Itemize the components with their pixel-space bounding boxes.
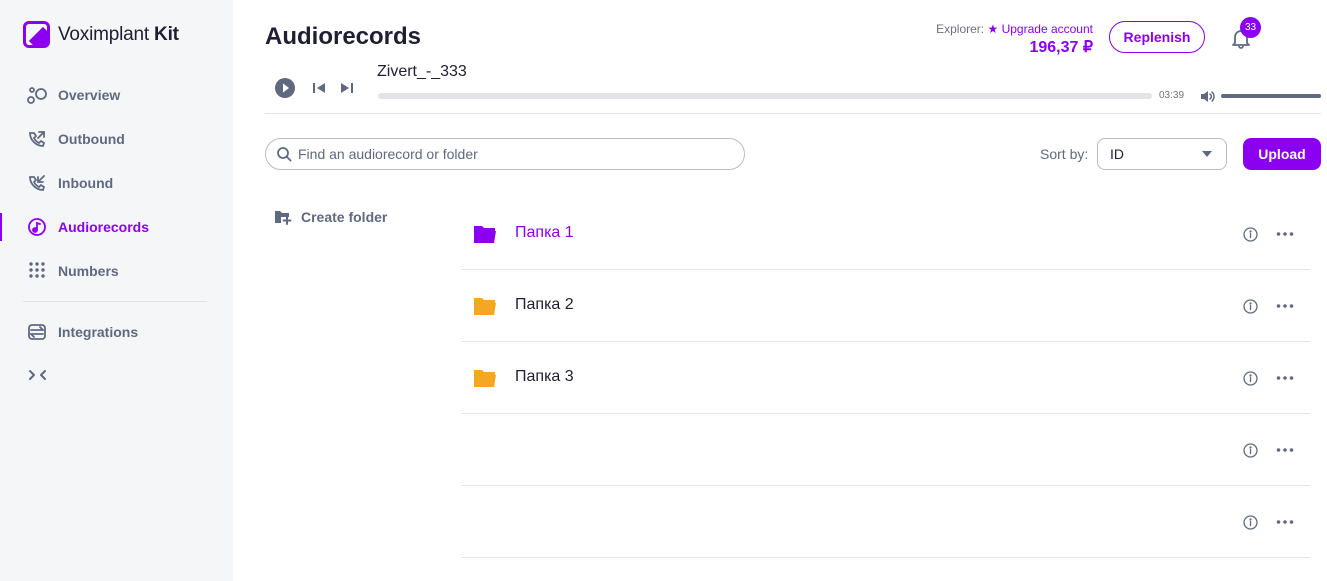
chevron-down-icon [1202,151,1212,157]
upgrade-link[interactable]: ★ Upgrade account [987,22,1093,36]
create-folder-label: Create folder [301,209,388,225]
track-progress-bar[interactable] [378,93,1152,99]
list-item[interactable]: Папка 2 [461,270,1310,342]
previous-track-icon[interactable] [311,80,327,96]
list-item[interactable]: Папка 1 [461,198,1310,270]
app-root: Voximplant Kit Overview Outbound Inbound [0,0,1327,581]
sidebar-item-label: Inbound [58,175,114,191]
more-icon[interactable] [1276,515,1294,529]
search-box [265,138,745,170]
search-icon [277,147,292,162]
search-input[interactable] [298,146,718,162]
sidebar-divider [23,301,207,302]
outbound-call-icon [26,128,48,150]
folder-icon [473,368,497,388]
logo[interactable]: Voximplant Kit [23,21,179,48]
sidebar-item-label: Audiorecords [58,219,150,235]
sidebar-item-label: Overview [58,87,121,103]
sidebar: Voximplant Kit Overview Outbound Inbound [0,0,233,581]
upload-button[interactable]: Upload [1243,138,1321,170]
sidebar-item-label: Numbers [58,263,119,279]
volume-slider[interactable] [1221,94,1321,98]
brand-name: Voximplant [58,23,149,45]
star-icon: ★ [987,22,999,36]
sidebar-item-numbers[interactable]: Numbers [0,249,233,293]
logo-icon [23,21,50,48]
info-icon[interactable] [1243,515,1258,530]
sidebar-item-integrations[interactable]: Integrations [0,310,233,354]
sort-value: ID [1110,146,1124,162]
folder-icon [473,296,497,316]
sidebar-item-audiorecords[interactable]: Audiorecords [0,205,233,249]
notification-badge: 33 [1240,17,1261,38]
sidebar-item-inbound[interactable]: Inbound [0,161,233,205]
audiorecords-list: Папка 1 Папка 2 Папка 3 [461,198,1310,558]
account-info: Explorer: ★ Upgrade account 196,37 ₽ [900,22,1093,57]
sort-select[interactable]: ID [1097,138,1227,170]
add-folder-icon [275,211,292,225]
list-item[interactable]: Папка 3 [461,342,1310,414]
plan-label: Explorer: [936,22,985,36]
info-icon[interactable] [1243,443,1258,458]
plan-line: Explorer: ★ Upgrade account [900,22,1093,36]
create-folder-button[interactable]: Create folder [274,209,387,225]
upgrade-label: Upgrade account [1001,22,1093,36]
page-title: Audiorecords [265,23,422,50]
next-track-icon[interactable] [339,80,355,96]
sidebar-nav: Overview Outbound Inbound Audiorecords N… [0,73,233,354]
folder-icon [473,224,497,244]
more-icon[interactable] [1276,371,1294,385]
info-icon[interactable] [1243,371,1258,386]
info-icon[interactable] [1243,299,1258,314]
sidebar-item-label: Integrations [58,324,139,340]
more-icon[interactable] [1276,227,1294,241]
collapse-icon[interactable] [27,366,49,384]
sort-label: Sort by: [1040,146,1089,162]
sidebar-item-outbound[interactable]: Outbound [0,117,233,161]
track-name: Zivert_-_333 [377,63,467,80]
list-item[interactable] [461,414,1310,486]
balance: 196,37 ₽ [1029,39,1093,56]
sidebar-item-overview[interactable]: Overview [0,73,233,117]
list-item-name: Папка 3 [515,368,574,385]
play-icon[interactable] [274,77,296,99]
info-icon[interactable] [1243,227,1258,242]
overview-icon [26,84,48,106]
dialpad-icon [26,260,48,282]
volume-icon[interactable] [1199,88,1216,105]
list-item[interactable] [461,486,1310,558]
replenish-button[interactable]: Replenish [1109,21,1205,53]
brand-suffix: Kit [154,23,179,45]
inbound-call-icon [26,172,48,194]
player-divider [265,113,1321,114]
more-icon[interactable] [1276,443,1294,457]
more-icon[interactable] [1276,299,1294,313]
track-duration: 03:39 [1159,90,1185,101]
sidebar-item-label: Outbound [58,131,125,147]
logo-text: Voximplant Kit [58,24,179,46]
volume-level [1221,94,1321,98]
sync-icon [26,321,48,343]
list-item-name: Папка 2 [515,296,574,313]
music-note-icon [26,216,48,238]
list-item-name: Папка 1 [515,224,574,241]
